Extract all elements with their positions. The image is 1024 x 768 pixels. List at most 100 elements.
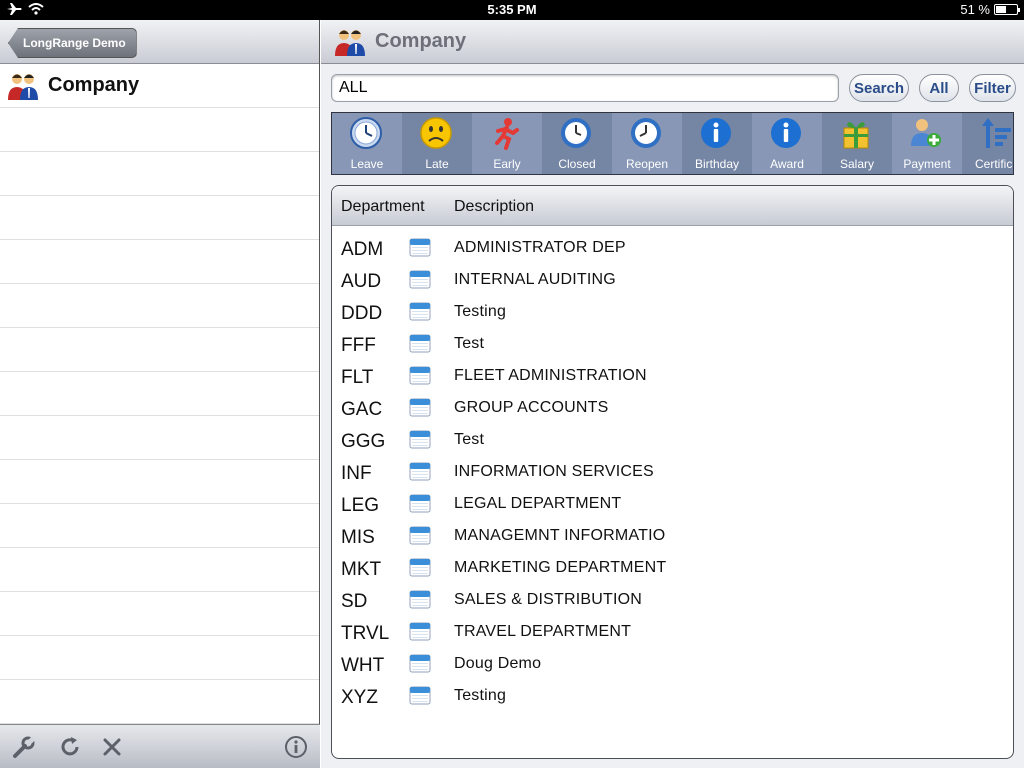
list-item[interactable] — [0, 284, 319, 328]
company-people-icon — [335, 29, 365, 56]
department-description: Doug Demo — [454, 655, 542, 672]
department-description: Test — [454, 335, 485, 352]
department-description: SALES & DISTRIBUTION — [454, 591, 643, 608]
table-row[interactable]: TRVL TRAVEL DEPARTMENT — [332, 616, 1013, 648]
table-row[interactable]: XYZ Testing — [332, 680, 1013, 712]
list-item[interactable] — [0, 460, 319, 504]
all-button[interactable]: All — [919, 74, 959, 102]
department-description: Test — [454, 431, 485, 448]
calendar-icon[interactable] — [409, 684, 431, 706]
status-right: 51 % — [960, 2, 1020, 17]
department-code: SD — [341, 591, 368, 612]
table-row[interactable]: FLT FLEET ADMINISTRATION — [332, 360, 1013, 392]
department-code: FFF — [341, 335, 376, 356]
clock-blue-icon — [350, 117, 382, 149]
calendar-icon[interactable] — [409, 652, 431, 674]
left-list-header[interactable]: Company — [0, 64, 319, 108]
calendar-icon[interactable] — [409, 588, 431, 610]
list-item[interactable] — [0, 328, 319, 372]
search-row: Search All Filter — [331, 74, 1016, 102]
battery-icon — [994, 4, 1020, 15]
list-item[interactable] — [0, 196, 319, 240]
category-late[interactable]: Late — [402, 113, 472, 174]
left-header-title: Company — [48, 74, 140, 96]
department-description: ADMINISTRATOR DEP — [454, 239, 626, 256]
table-row[interactable]: WHT Doug Demo — [332, 648, 1013, 680]
sort-icon — [982, 118, 1011, 148]
category-label: Late — [425, 157, 449, 171]
list-item[interactable] — [0, 108, 319, 152]
department-description: Testing — [454, 303, 507, 320]
table-row[interactable]: AUD INTERNAL AUDITING — [332, 264, 1013, 296]
left-toolbar — [0, 724, 320, 768]
calendar-icon[interactable] — [409, 236, 431, 258]
list-item[interactable] — [0, 504, 319, 548]
right-panel: Company Search All Filter Leave Late Ear… — [321, 20, 1024, 768]
department-table: Department Description ADM ADMINISTRATOR… — [331, 185, 1014, 759]
department-code: INF — [341, 463, 372, 484]
table-row[interactable]: MKT MARKETING DEPARTMENT — [332, 552, 1013, 584]
table-row[interactable]: ADM ADMINISTRATOR DEP — [332, 232, 1013, 264]
calendar-icon[interactable] — [409, 428, 431, 450]
department-code: GGG — [341, 431, 386, 452]
back-button[interactable]: LongRange Demo — [8, 28, 137, 58]
department-code: ADM — [341, 239, 384, 260]
list-item[interactable] — [0, 152, 319, 196]
category-payment[interactable]: Payment — [892, 113, 962, 174]
table-row[interactable]: GAC GROUP ACCOUNTS — [332, 392, 1013, 424]
category-salary[interactable]: Salary — [822, 113, 892, 174]
list-item[interactable] — [0, 636, 319, 680]
table-row[interactable]: SD SALES & DISTRIBUTION — [332, 584, 1013, 616]
table-row[interactable]: GGG Test — [332, 424, 1013, 456]
category-certification[interactable]: Certifica — [962, 113, 1013, 174]
clock-icon — [631, 118, 661, 148]
filter-button[interactable]: Filter — [969, 74, 1016, 102]
calendar-icon[interactable] — [409, 556, 431, 578]
table-row[interactable]: FFF Test — [332, 328, 1013, 360]
info-circle-icon[interactable] — [284, 735, 308, 759]
category-label: Salary — [839, 157, 874, 171]
table-row[interactable]: DDD Testing — [332, 296, 1013, 328]
list-item[interactable] — [0, 548, 319, 592]
page-title: Company — [375, 30, 467, 52]
search-button[interactable]: Search — [849, 74, 909, 102]
calendar-icon[interactable] — [409, 300, 431, 322]
column-header-department[interactable]: Department — [341, 198, 425, 216]
table-row[interactable]: MIS MANAGEMNT INFORMATIO — [332, 520, 1013, 552]
refresh-icon[interactable] — [58, 735, 82, 759]
list-item[interactable] — [0, 592, 319, 636]
department-code: GAC — [341, 399, 383, 420]
category-reopen[interactable]: Reopen — [612, 113, 682, 174]
category-label: Leave — [350, 157, 384, 171]
table-row[interactable]: INF INFORMATION SERVICES — [332, 456, 1013, 488]
department-description: LEGAL DEPARTMENT — [454, 495, 622, 512]
calendar-icon[interactable] — [409, 268, 431, 290]
calendar-icon[interactable] — [409, 524, 431, 546]
close-icon[interactable] — [100, 735, 124, 759]
department-description: INFORMATION SERVICES — [454, 463, 654, 480]
calendar-icon[interactable] — [409, 620, 431, 642]
list-item[interactable] — [0, 372, 319, 416]
department-description: GROUP ACCOUNTS — [454, 399, 609, 416]
list-item[interactable] — [0, 680, 319, 724]
search-input[interactable] — [331, 74, 839, 102]
category-label: Reopen — [625, 157, 669, 171]
wrench-icon[interactable] — [12, 735, 36, 759]
department-code: FLT — [341, 367, 374, 388]
column-header-description[interactable]: Description — [454, 198, 534, 216]
category-leave[interactable]: Leave — [332, 113, 402, 174]
calendar-icon[interactable] — [409, 332, 431, 354]
list-item[interactable] — [0, 416, 319, 460]
category-closed[interactable]: Closed — [542, 113, 612, 174]
category-award[interactable]: Award — [752, 113, 822, 174]
calendar-icon[interactable] — [409, 364, 431, 386]
list-item[interactable] — [0, 240, 319, 284]
category-birthday[interactable]: Birthday — [682, 113, 752, 174]
table-row[interactable]: LEG LEGAL DEPARTMENT — [332, 488, 1013, 520]
info-icon — [771, 118, 801, 148]
calendar-icon[interactable] — [409, 396, 431, 418]
department-description: MANAGEMNT INFORMATIO — [454, 527, 666, 544]
calendar-icon[interactable] — [409, 492, 431, 514]
category-early[interactable]: Early — [472, 113, 542, 174]
calendar-icon[interactable] — [409, 460, 431, 482]
